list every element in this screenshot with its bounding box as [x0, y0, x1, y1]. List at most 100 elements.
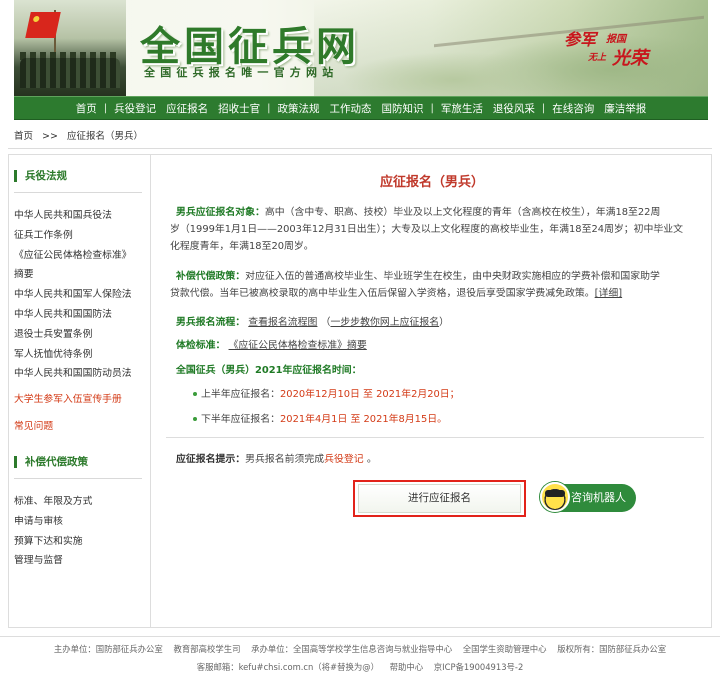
sidebar-section-compensation-title: 补偿代偿政策 — [14, 456, 134, 468]
period-second-start: 2021年4月1日 — [280, 414, 348, 425]
nav-item[interactable]: 应征报名 — [161, 101, 213, 116]
nav-item[interactable]: 政策法规 — [273, 101, 325, 116]
nav-separator: | — [430, 102, 434, 114]
tip-paragraph: 应征报名提示：男兵报名前须完成兵役登记 。 — [176, 451, 711, 468]
tip-end: 。 — [366, 454, 377, 465]
sidebar-link[interactable]: 申请与审核 — [14, 513, 63, 527]
period-second-to: 至 — [350, 414, 361, 425]
nav-item[interactable]: 退役风采 — [488, 101, 540, 116]
nav-item[interactable]: 军旅生活 — [436, 101, 488, 116]
sidebar-link[interactable]: 管理与监督 — [14, 552, 63, 566]
compensation-detail-link[interactable]: [详细] — [595, 288, 622, 299]
sidebar-section-divider — [14, 192, 142, 193]
sidebar-link[interactable]: 军人抚恤优待条例 — [14, 346, 92, 360]
compensation-text: 对应征入伍的普通高校毕业生、毕业班学生在校生，由中央财政实施相应的学费补偿和国家… — [245, 271, 660, 282]
breadcrumb: 首页 >> 应征报名（男兵） — [14, 128, 149, 142]
physical-summary[interactable]: 摘要 — [347, 340, 367, 351]
process-paragraph: 男兵报名流程： 查看报名流程图 （一步步教你网上应征报名） — [176, 314, 711, 331]
main-divider — [166, 437, 704, 438]
period-second-end: 2021年8月15日。 — [363, 414, 447, 425]
sidebar-section-divider — [14, 478, 142, 479]
tip-label: 应征报名提示： — [176, 454, 246, 465]
sidebar-faq-link[interactable]: 常见问题 — [14, 418, 53, 432]
nav-item[interactable]: 国防知识 — [377, 101, 429, 116]
nav-separator: | — [267, 102, 271, 114]
process-tutorial-link[interactable]: 一步步教你网上应征报名 — [330, 317, 439, 328]
sidebar-section-laws-title: 兵役法规 — [14, 170, 134, 182]
sidebar-divider — [150, 154, 151, 628]
process-paren-open: （ — [320, 317, 331, 328]
period-first-to: 至 — [363, 389, 373, 400]
target-label: 男兵应征报名对象： — [176, 207, 265, 218]
sidebar-link[interactable]: 中华人民共和国国防法 — [14, 306, 112, 320]
sidebar-link[interactable]: 《应征公民体格检查标准》 — [14, 247, 132, 261]
physical-label: 体检标准： — [176, 340, 226, 351]
physical-paragraph: 体检标准： 《应征公民体格检查标准》摘要 — [176, 337, 711, 354]
footer-divider — [0, 636, 720, 637]
footer-help-link[interactable]: 帮助中心 — [390, 662, 424, 672]
nav-item[interactable]: 工作动态 — [325, 101, 377, 116]
nav-separator: | — [103, 102, 108, 114]
breadcrumb-separator: >> — [42, 131, 58, 142]
slogan: 参军 报国 无上 光荣 — [562, 26, 672, 70]
page-title: 应征报名（男兵） — [379, 175, 484, 190]
period-first-end: 2021年2月20日； — [376, 389, 460, 400]
period-title: 全国征兵（男兵）2021年应征报名时间： — [176, 362, 711, 379]
process-paren-close: ） — [439, 317, 449, 328]
target-line2: 岁（1999年1月1日——2003年12月31日出生）；大专及以上文化程度的高校… — [170, 224, 684, 235]
tip-registration-link[interactable]: 兵役登记 — [324, 454, 364, 465]
footer-sponsor: 主办单位：国防部征兵办公室 — [53, 644, 163, 654]
physical-standard-link[interactable]: 《应征公民体格检查标准》 — [229, 340, 348, 351]
nav-item[interactable]: 在线咨询 — [547, 101, 599, 116]
tip-text: 男兵报名前须完成 — [245, 454, 325, 465]
target-paragraph: 男兵应征报名对象：高中（含中专、职高、技校）毕业及以上文化程度的青年（含高校在校… — [170, 204, 711, 255]
sidebar-link[interactable]: 中华人民共和国军人保险法 — [14, 286, 132, 300]
site-banner: 全国征兵网 全国征兵报名唯一官方网站 参军 报国 无上 光荣 — [14, 0, 708, 96]
robot-avatar-icon[interactable] — [540, 482, 570, 512]
compensation-label: 补偿代偿政策： — [176, 271, 246, 282]
compensation-line2: 贷款代偿。当年已被高校录取的高中毕业生入伍后保留入学资格，退役后享受国家学费减免… — [170, 288, 595, 299]
target-text: 高中（含中专、职高、技校）毕业及以上文化程度的青年（含高校在校生），年满18至2… — [264, 207, 661, 218]
sidebar-promo-link[interactable]: 大学生参军入伍宣传手册 — [14, 391, 122, 405]
site-subtitle: 全国征兵报名唯一官方网站 — [144, 66, 339, 79]
soldier-row — [20, 58, 120, 88]
sidebar-link[interactable]: 预算下达和实施 — [14, 533, 83, 547]
nav-separator: | — [541, 102, 546, 114]
footer-sponsor2: 教育部高校学生司 — [173, 644, 241, 654]
period-first: 上半年应征报名：2020年12月10日 至 2021年2月20日； — [193, 386, 720, 403]
footer-organizer2: 全国学生资助管理中心 — [462, 644, 547, 654]
period-first-label: 上半年应征报名： — [201, 389, 281, 400]
nav-item[interactable]: 廉洁举报 — [599, 101, 651, 116]
process-label: 男兵报名流程： — [176, 317, 246, 328]
slogan-part4: 光荣 — [612, 48, 648, 69]
main-nav: 首页 | 兵役登记 应征报名 招收士官 | 政策法规 工作动态 国防知识 | 军旅生活 退役风采 | 在线… — [14, 96, 708, 120]
sidebar-link[interactable]: 标准、年限及方式 — [14, 493, 92, 507]
nav-item[interactable]: 招收士官 — [213, 101, 265, 116]
breadcrumb-home[interactable]: 首页 — [14, 131, 33, 142]
process-flowchart-link[interactable]: 查看报名流程图 — [248, 317, 317, 328]
footer-icp-link[interactable]: 京ICP备19004913号-2 — [434, 662, 523, 672]
period-second-label: 下半年应征报名： — [201, 414, 281, 425]
honor-guard-image — [14, 0, 126, 96]
nav-item[interactable]: 兵役登记 — [109, 101, 161, 116]
sidebar-link[interactable]: 中华人民共和国兵役法 — [14, 207, 112, 221]
footer-copyright: 版权所有：国防部征兵办公室 — [557, 644, 667, 654]
compensation-paragraph: 补偿代偿政策：对应征入伍的普通高校毕业生、毕业班学生在校生，由中央财政实施相应的… — [170, 268, 711, 302]
nav-item[interactable]: 首页 — [71, 101, 102, 116]
sidebar-link[interactable]: 摘要 — [14, 266, 34, 280]
footer-contacts: 客服邮箱：kefu#chsi.com.cn（将#替换为@） 帮助中心 京ICP备… — [0, 661, 720, 673]
period-title-text: 全国征兵（男兵）2021年应征报名时间： — [176, 365, 362, 376]
sidebar-link[interactable]: 征兵工作条例 — [14, 227, 73, 241]
slogan-part1: 参军 — [564, 30, 597, 49]
slogan-part3: 无上 — [588, 53, 607, 63]
breadcrumb-divider — [8, 148, 712, 149]
footer-organizer: 承办单位：全国高等学校学生信息咨询与就业指导中心 — [251, 644, 453, 654]
sidebar-link[interactable]: 中华人民共和国国防动员法 — [14, 365, 132, 379]
period-second: 下半年应征报名：2021年4月1日 至 2021年8月15日。 — [193, 411, 720, 428]
breadcrumb-current: 应征报名（男兵） — [67, 131, 144, 142]
sidebar-link[interactable]: 退役士兵安置条例 — [14, 326, 92, 340]
target-line3: 化程度青年，年满18至20周岁。 — [170, 241, 314, 252]
bullet-icon — [193, 392, 197, 396]
register-button[interactable]: 进行应征报名 — [358, 484, 521, 513]
slogan-part2: 报国 — [606, 34, 626, 45]
